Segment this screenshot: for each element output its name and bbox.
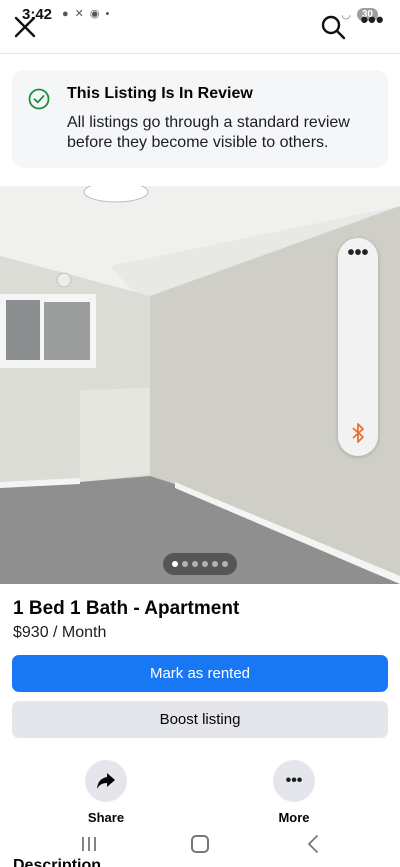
chrome-icon: ◉ [89, 8, 100, 20]
share-label: Share [87, 810, 125, 825]
listing-photo[interactable]: ••• [0, 186, 400, 584]
divider [0, 53, 400, 54]
pager-dot[interactable] [222, 561, 228, 567]
dot-icon: • [105, 8, 110, 20]
search-button[interactable] [320, 14, 346, 40]
message-icon: ● [62, 8, 69, 20]
floating-side-panel: ••• [338, 238, 378, 456]
share-icon [97, 773, 115, 789]
back-icon[interactable] [305, 834, 321, 854]
more-options-button[interactable]: ••• [358, 7, 386, 38]
pager-dot[interactable] [202, 561, 208, 567]
home-icon[interactable] [191, 835, 209, 853]
listing-title: 1 Bed 1 Bath - Apartment [13, 598, 240, 619]
photo-pager [163, 553, 237, 575]
recent-apps-icon[interactable] [80, 836, 98, 852]
description-heading: Description [13, 857, 102, 867]
more-icon: ••• [285, 772, 303, 789]
share-circle [85, 760, 127, 802]
pager-dot[interactable] [182, 561, 188, 567]
bluetooth-icon[interactable] [349, 422, 367, 444]
more-icon: ••• [347, 242, 369, 264]
close-button[interactable] [12, 14, 38, 40]
more-icon: ••• [360, 7, 384, 32]
pager-dot[interactable] [212, 561, 218, 567]
boost-listing-button[interactable]: Boost listing [12, 701, 388, 738]
review-banner: This Listing Is In Review All listings g… [12, 70, 388, 168]
check-circle-icon [28, 88, 50, 110]
system-nav-bar [0, 828, 400, 860]
notification-icons: ● ✕ ◉ • [62, 8, 109, 20]
more-button[interactable]: ••• More [254, 760, 334, 825]
close-icon [14, 16, 36, 38]
more-label: More [278, 810, 310, 825]
pager-dot[interactable] [172, 561, 178, 567]
more-circle: ••• [273, 760, 315, 802]
share-button[interactable]: Share [66, 760, 146, 825]
review-title: This Listing Is In Review [67, 85, 253, 102]
pager-dot[interactable] [192, 561, 198, 567]
listing-price: $930 / Month [13, 624, 107, 641]
review-body: All listings go through a standard revie… [67, 114, 350, 151]
panel-more-button[interactable]: ••• [338, 243, 378, 263]
x-icon: ✕ [74, 8, 84, 20]
mark-as-rented-button[interactable]: Mark as rented [12, 655, 388, 692]
search-icon [321, 15, 346, 40]
